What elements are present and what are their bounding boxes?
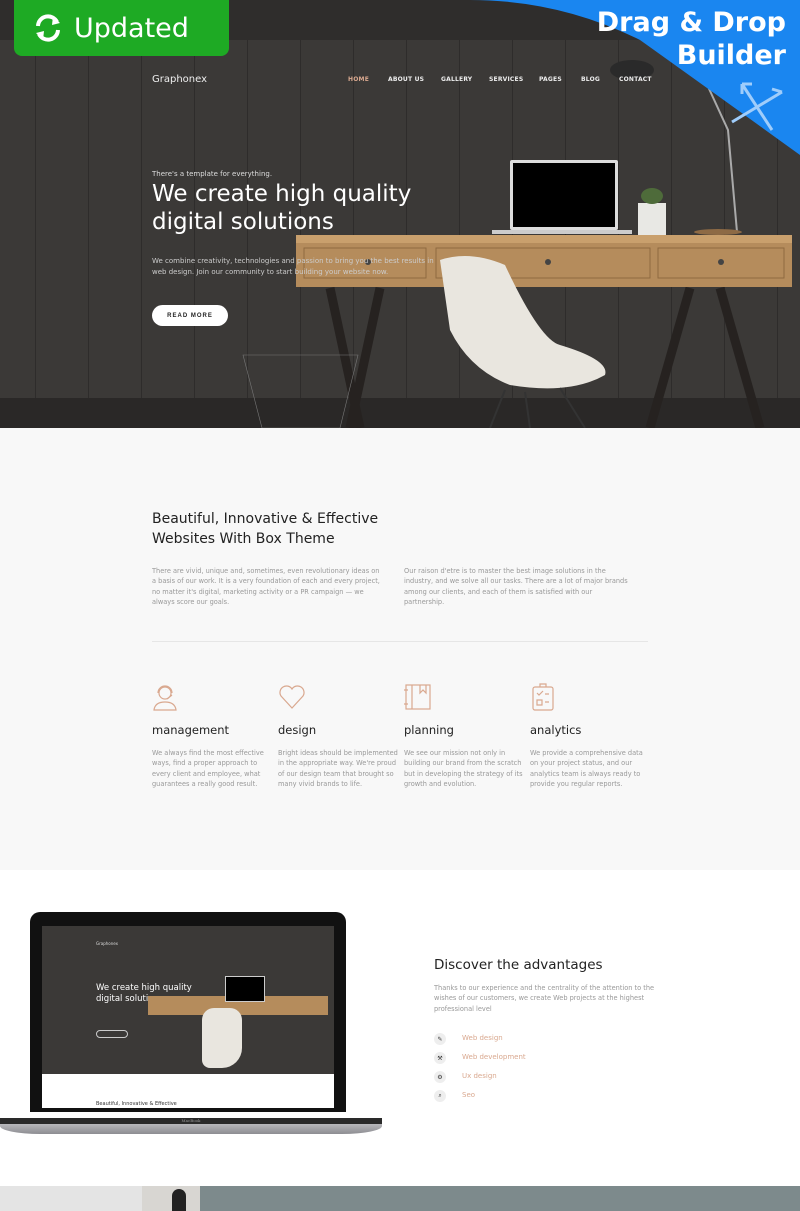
advantage-web-development[interactable]: Web development xyxy=(462,1053,526,1061)
nav-gallery[interactable]: GALLERY xyxy=(441,76,472,83)
refresh-icon xyxy=(36,14,60,42)
laptop-screen: Graphonex We create high quality digital… xyxy=(42,926,334,1108)
advantage-seo[interactable]: Seo xyxy=(462,1091,475,1099)
advantage-ux-design[interactable]: Ux design xyxy=(462,1072,497,1080)
intro-col1: There are vivid, unique and, sometimes, … xyxy=(152,567,380,607)
hero-tagline: There's a template for everything. xyxy=(152,170,273,178)
intro-title: Beautiful, Innovative & Effective Websit… xyxy=(152,511,379,547)
gallery-strip xyxy=(0,1186,800,1211)
pencil-icon: ✎ xyxy=(434,1033,446,1045)
nav-about-us[interactable]: ABOUT US xyxy=(388,76,424,83)
feature-title: design xyxy=(278,723,317,737)
read-more-button[interactable]: READ MORE xyxy=(152,305,228,326)
feature-title: management xyxy=(152,723,230,737)
wrench-icon: ⚒ xyxy=(434,1052,446,1064)
hero-title: We create high quality digital solutions xyxy=(152,181,412,235)
laptop-mockup: Graphonex We create high quality digital… xyxy=(30,912,346,1112)
advantage-web-design[interactable]: Web design xyxy=(462,1034,503,1042)
search-icon: ⌕ xyxy=(434,1090,446,1102)
brand-logo[interactable]: Graphonex xyxy=(152,74,207,85)
updated-label: Updated xyxy=(74,12,189,44)
feature-text: We provide a comprehensive data on your … xyxy=(530,749,643,789)
headset-user-icon xyxy=(153,685,177,711)
nav-home[interactable]: HOME xyxy=(348,76,369,83)
feature-text: Bright ideas should be implemented in th… xyxy=(278,749,398,789)
feature-title: planning xyxy=(404,723,454,737)
advantages-text: Thanks to our experience and the central… xyxy=(434,984,655,1013)
advantages-title: Discover the advantages xyxy=(434,957,603,973)
intro-col2: Our raison d'etre is to master the best … xyxy=(404,567,628,607)
intro-section xyxy=(0,428,800,870)
gallery-image xyxy=(142,1186,200,1211)
gear-icon: ⚙ xyxy=(434,1071,446,1083)
feature-text: We see our mission not only in building … xyxy=(404,749,523,789)
heart-icon xyxy=(279,685,305,709)
divider xyxy=(152,641,648,642)
builder-label: Drag & Drop Builder xyxy=(596,7,786,71)
hero-lead: We combine creativity, technologies and … xyxy=(152,257,434,276)
feature-text: We always find the most effective ways, … xyxy=(152,749,264,789)
feature-title: analytics xyxy=(530,723,582,737)
gallery-image xyxy=(200,1186,800,1211)
notebook-icon xyxy=(404,684,431,710)
gallery-image xyxy=(0,1186,142,1211)
laptop-base: MacBook xyxy=(0,1118,382,1134)
updated-badge: Updated xyxy=(14,0,229,56)
clipboard-checklist-icon xyxy=(532,683,554,711)
